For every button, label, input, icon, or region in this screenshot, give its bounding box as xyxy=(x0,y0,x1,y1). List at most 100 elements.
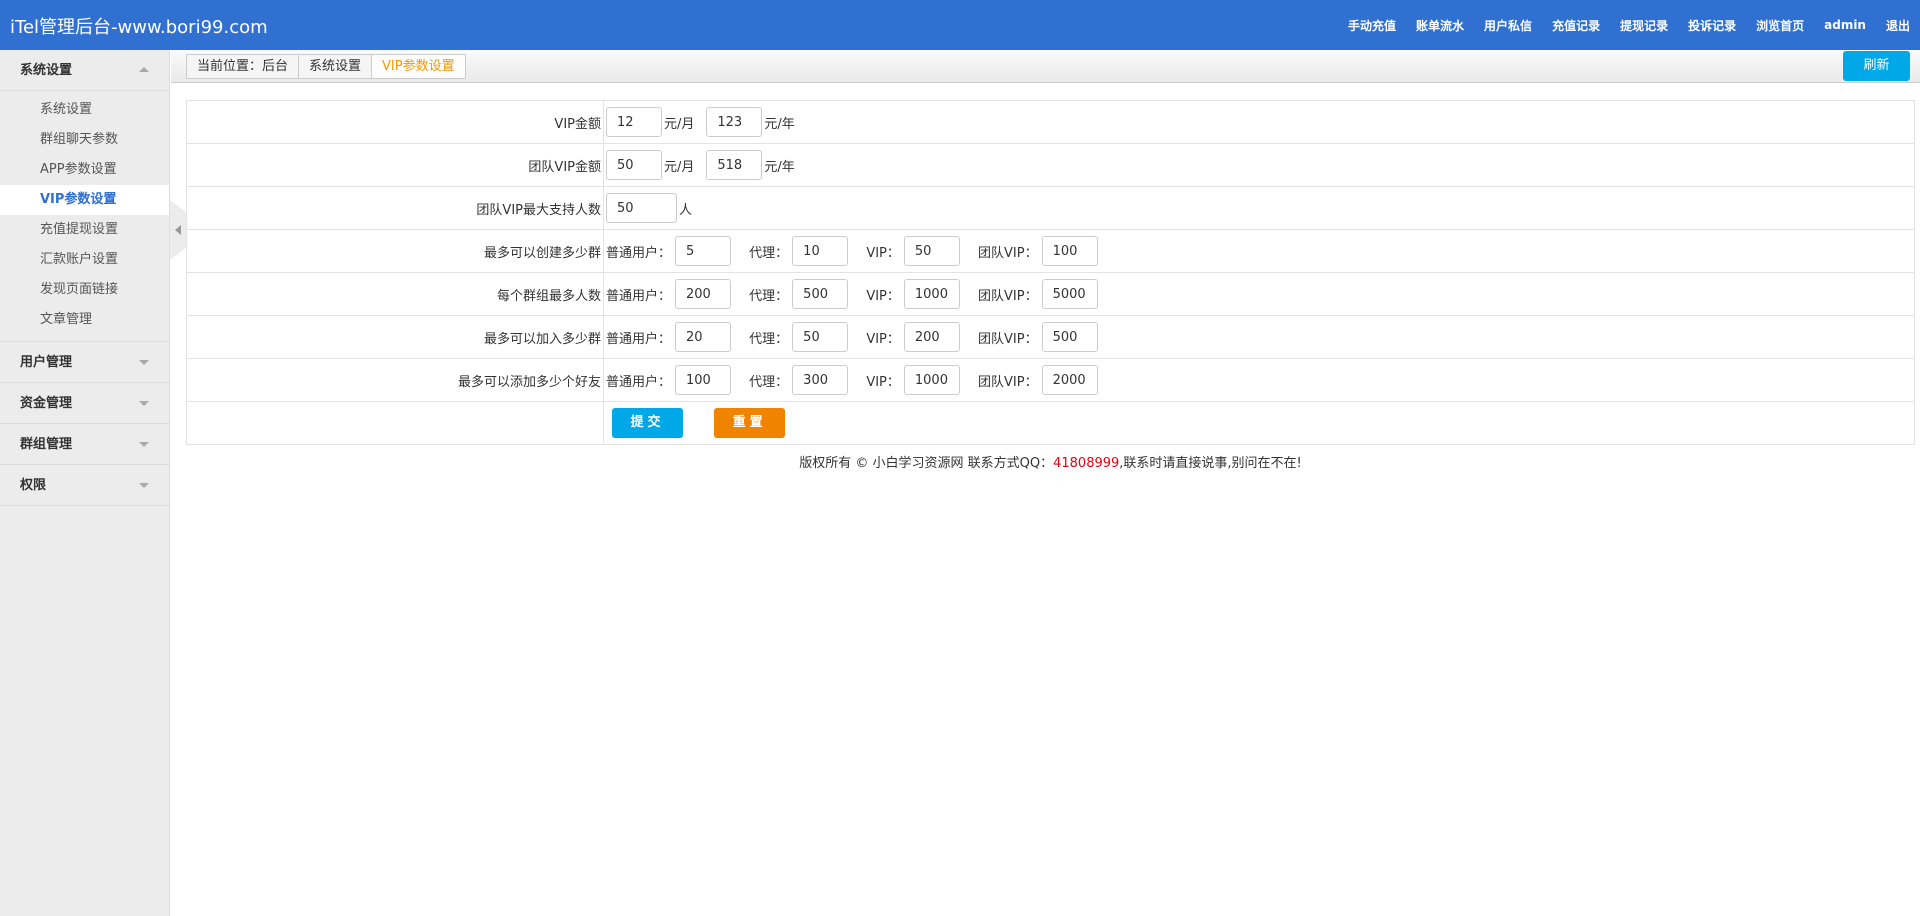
sidebar-group-system-settings[interactable]: 系统设置 xyxy=(0,50,169,91)
sidebar-group-label: 群组管理 xyxy=(20,437,73,452)
form-row-create-groups: 最多可以创建多少群 普通用户： 代理： VIP： 团队VIP： xyxy=(186,229,1915,273)
tier-label: VIP： xyxy=(866,331,900,347)
tier-label: 团队VIP： xyxy=(978,374,1038,390)
tier-label: VIP： xyxy=(866,288,900,304)
add-friends-normal-input[interactable] xyxy=(675,365,732,395)
add-friends-agent-input[interactable] xyxy=(792,365,849,395)
form-row-vip-amount: VIP金额 元/月 元/年 xyxy=(186,100,1915,144)
nav-user-messages[interactable]: 用户私信 xyxy=(1484,17,1532,34)
tier-label: VIP： xyxy=(866,374,900,390)
unit-label: 元/年 xyxy=(764,159,795,175)
sidebar-group-label: 资金管理 xyxy=(20,396,73,411)
nav-manual-recharge[interactable]: 手动充值 xyxy=(1348,17,1396,34)
join-groups-team-vip-input[interactable] xyxy=(1041,322,1098,352)
sidebar-group-label: 权限 xyxy=(20,478,47,493)
tier-label: VIP： xyxy=(866,245,900,261)
unit-label: 元/月 xyxy=(664,159,695,175)
footer-qq-number: 41808999 xyxy=(1053,456,1120,471)
add-friends-team-vip-input[interactable] xyxy=(1041,365,1098,395)
group-members-agent-input[interactable] xyxy=(792,279,849,309)
tier-label: 团队VIP： xyxy=(978,245,1038,261)
sidebar-item-app-params[interactable]: APP参数设置 xyxy=(0,155,169,185)
nav-browse-home[interactable]: 浏览首页 xyxy=(1756,17,1804,34)
chevron-down-icon xyxy=(139,442,149,447)
create-groups-agent-input[interactable] xyxy=(792,236,849,266)
field-label: 最多可以添加多少个好友 xyxy=(186,358,604,402)
tier-label: 普通用户： xyxy=(606,331,672,347)
field-label: 最多可以加入多少群 xyxy=(186,315,604,359)
sidebar-group-permissions[interactable]: 权限 xyxy=(0,465,169,506)
field-label: VIP金额 xyxy=(186,100,604,144)
sidebar-group-group-management[interactable]: 群组管理 xyxy=(0,424,169,465)
unit-label: 人 xyxy=(679,202,693,218)
sidebar-group-label: 用户管理 xyxy=(20,355,73,370)
sidebar-item-system-settings[interactable]: 系统设置 xyxy=(0,95,169,125)
submit-button[interactable]: 提交 xyxy=(612,408,683,438)
create-groups-vip-input[interactable] xyxy=(903,236,960,266)
sidebar-group-label: 系统设置 xyxy=(20,63,73,78)
unit-label: 元/年 xyxy=(764,116,795,132)
settings-table: VIP金额 元/月 元/年 团队VIP金额 元/月 元/年 xyxy=(186,100,1915,445)
chevron-down-icon xyxy=(139,483,149,488)
nav-logout[interactable]: 退出 xyxy=(1886,17,1910,34)
form-row-join-groups: 最多可以加入多少群 普通用户： 代理： VIP： 团队VIP： xyxy=(186,315,1915,359)
sidebar-submenu: 系统设置 群组聊天参数 APP参数设置 VIP参数设置 充值提现设置 汇款账户设… xyxy=(0,91,169,342)
chevron-down-icon xyxy=(139,401,149,406)
breadcrumb-system-settings[interactable]: 系统设置 xyxy=(298,55,371,78)
footer-copyright: 版权所有 © 小白学习资源网 联系方式QQ： xyxy=(799,456,1054,471)
chevron-up-icon xyxy=(139,67,149,72)
create-groups-normal-input[interactable] xyxy=(675,236,732,266)
vip-year-price-input[interactable] xyxy=(706,107,763,137)
nav-bill-flow[interactable]: 账单流水 xyxy=(1416,17,1464,34)
nav-admin-user[interactable]: admin xyxy=(1824,18,1866,32)
team-vip-month-price-input[interactable] xyxy=(606,150,662,180)
join-groups-agent-input[interactable] xyxy=(792,322,849,352)
vip-month-price-input[interactable] xyxy=(606,107,662,137)
add-friends-vip-input[interactable] xyxy=(903,365,960,395)
refresh-button[interactable]: 刷新 xyxy=(1843,51,1910,81)
field-label: 团队VIP金额 xyxy=(186,143,604,187)
top-nav: 手动充值 账单流水 用户私信 充值记录 提现记录 投诉记录 浏览首页 admin… xyxy=(1328,0,1910,50)
form-row-group-members: 每个群组最多人数 普通用户： 代理： VIP： 团队VIP： xyxy=(186,272,1915,316)
breadcrumb: 当前位置：后台 系统设置 VIP参数设置 xyxy=(186,54,466,79)
sidebar-item-vip-params[interactable]: VIP参数设置 xyxy=(0,185,169,215)
tier-label: 普通用户： xyxy=(606,374,672,390)
form-row-team-vip-max: 团队VIP最大支持人数 人 xyxy=(186,186,1915,230)
tier-label: 普通用户： xyxy=(606,245,672,261)
group-members-team-vip-input[interactable] xyxy=(1041,279,1098,309)
breadcrumb-home[interactable]: 当前位置：后台 xyxy=(187,55,298,78)
form-row-team-vip-amount: 团队VIP金额 元/月 元/年 xyxy=(186,143,1915,187)
empty-label-cell xyxy=(186,401,604,445)
tier-label: 普通用户： xyxy=(606,288,672,304)
sidebar-item-remit-accounts[interactable]: 汇款账户设置 xyxy=(0,245,169,275)
footer: 版权所有 © 小白学习资源网 联系方式QQ：41808999,联系时请直接说事,… xyxy=(186,452,1915,471)
team-vip-year-price-input[interactable] xyxy=(706,150,763,180)
vip-settings-form: VIP金额 元/月 元/年 团队VIP金额 元/月 元/年 xyxy=(186,100,1915,445)
nav-complaint-records[interactable]: 投诉记录 xyxy=(1688,17,1736,34)
nav-recharge-records[interactable]: 充值记录 xyxy=(1552,17,1600,34)
tier-label: 代理： xyxy=(749,288,789,304)
tier-label: 代理： xyxy=(749,374,789,390)
reset-button[interactable]: 重置 xyxy=(714,408,786,438)
sidebar-group-fund-management[interactable]: 资金管理 xyxy=(0,383,169,424)
sidebar-item-group-chat-params[interactable]: 群组聊天参数 xyxy=(0,125,169,155)
team-vip-max-members-input[interactable] xyxy=(606,193,677,223)
group-members-normal-input[interactable] xyxy=(675,279,732,309)
join-groups-vip-input[interactable] xyxy=(903,322,960,352)
sidebar-collapse-toggle[interactable] xyxy=(170,200,186,260)
sidebar-group-user-management[interactable]: 用户管理 xyxy=(0,342,169,383)
sidebar-item-article-management[interactable]: 文章管理 xyxy=(0,305,169,335)
brand-title: iTel管理后台-www.bori99.com xyxy=(10,17,268,38)
join-groups-normal-input[interactable] xyxy=(675,322,732,352)
create-groups-team-vip-input[interactable] xyxy=(1041,236,1098,266)
field-label: 最多可以创建多少群 xyxy=(186,229,604,273)
sidebar-item-discover-links[interactable]: 发现页面链接 xyxy=(0,275,169,305)
group-members-vip-input[interactable] xyxy=(903,279,960,309)
sidebar-item-recharge-withdraw[interactable]: 充值提现设置 xyxy=(0,215,169,245)
tier-label: 代理： xyxy=(749,331,789,347)
field-label: 团队VIP最大支持人数 xyxy=(186,186,604,230)
unit-label: 元/月 xyxy=(664,116,695,132)
form-row-actions: 提交 重置 xyxy=(186,401,1915,445)
tier-label: 团队VIP： xyxy=(978,331,1038,347)
nav-withdraw-records[interactable]: 提现记录 xyxy=(1620,17,1668,34)
